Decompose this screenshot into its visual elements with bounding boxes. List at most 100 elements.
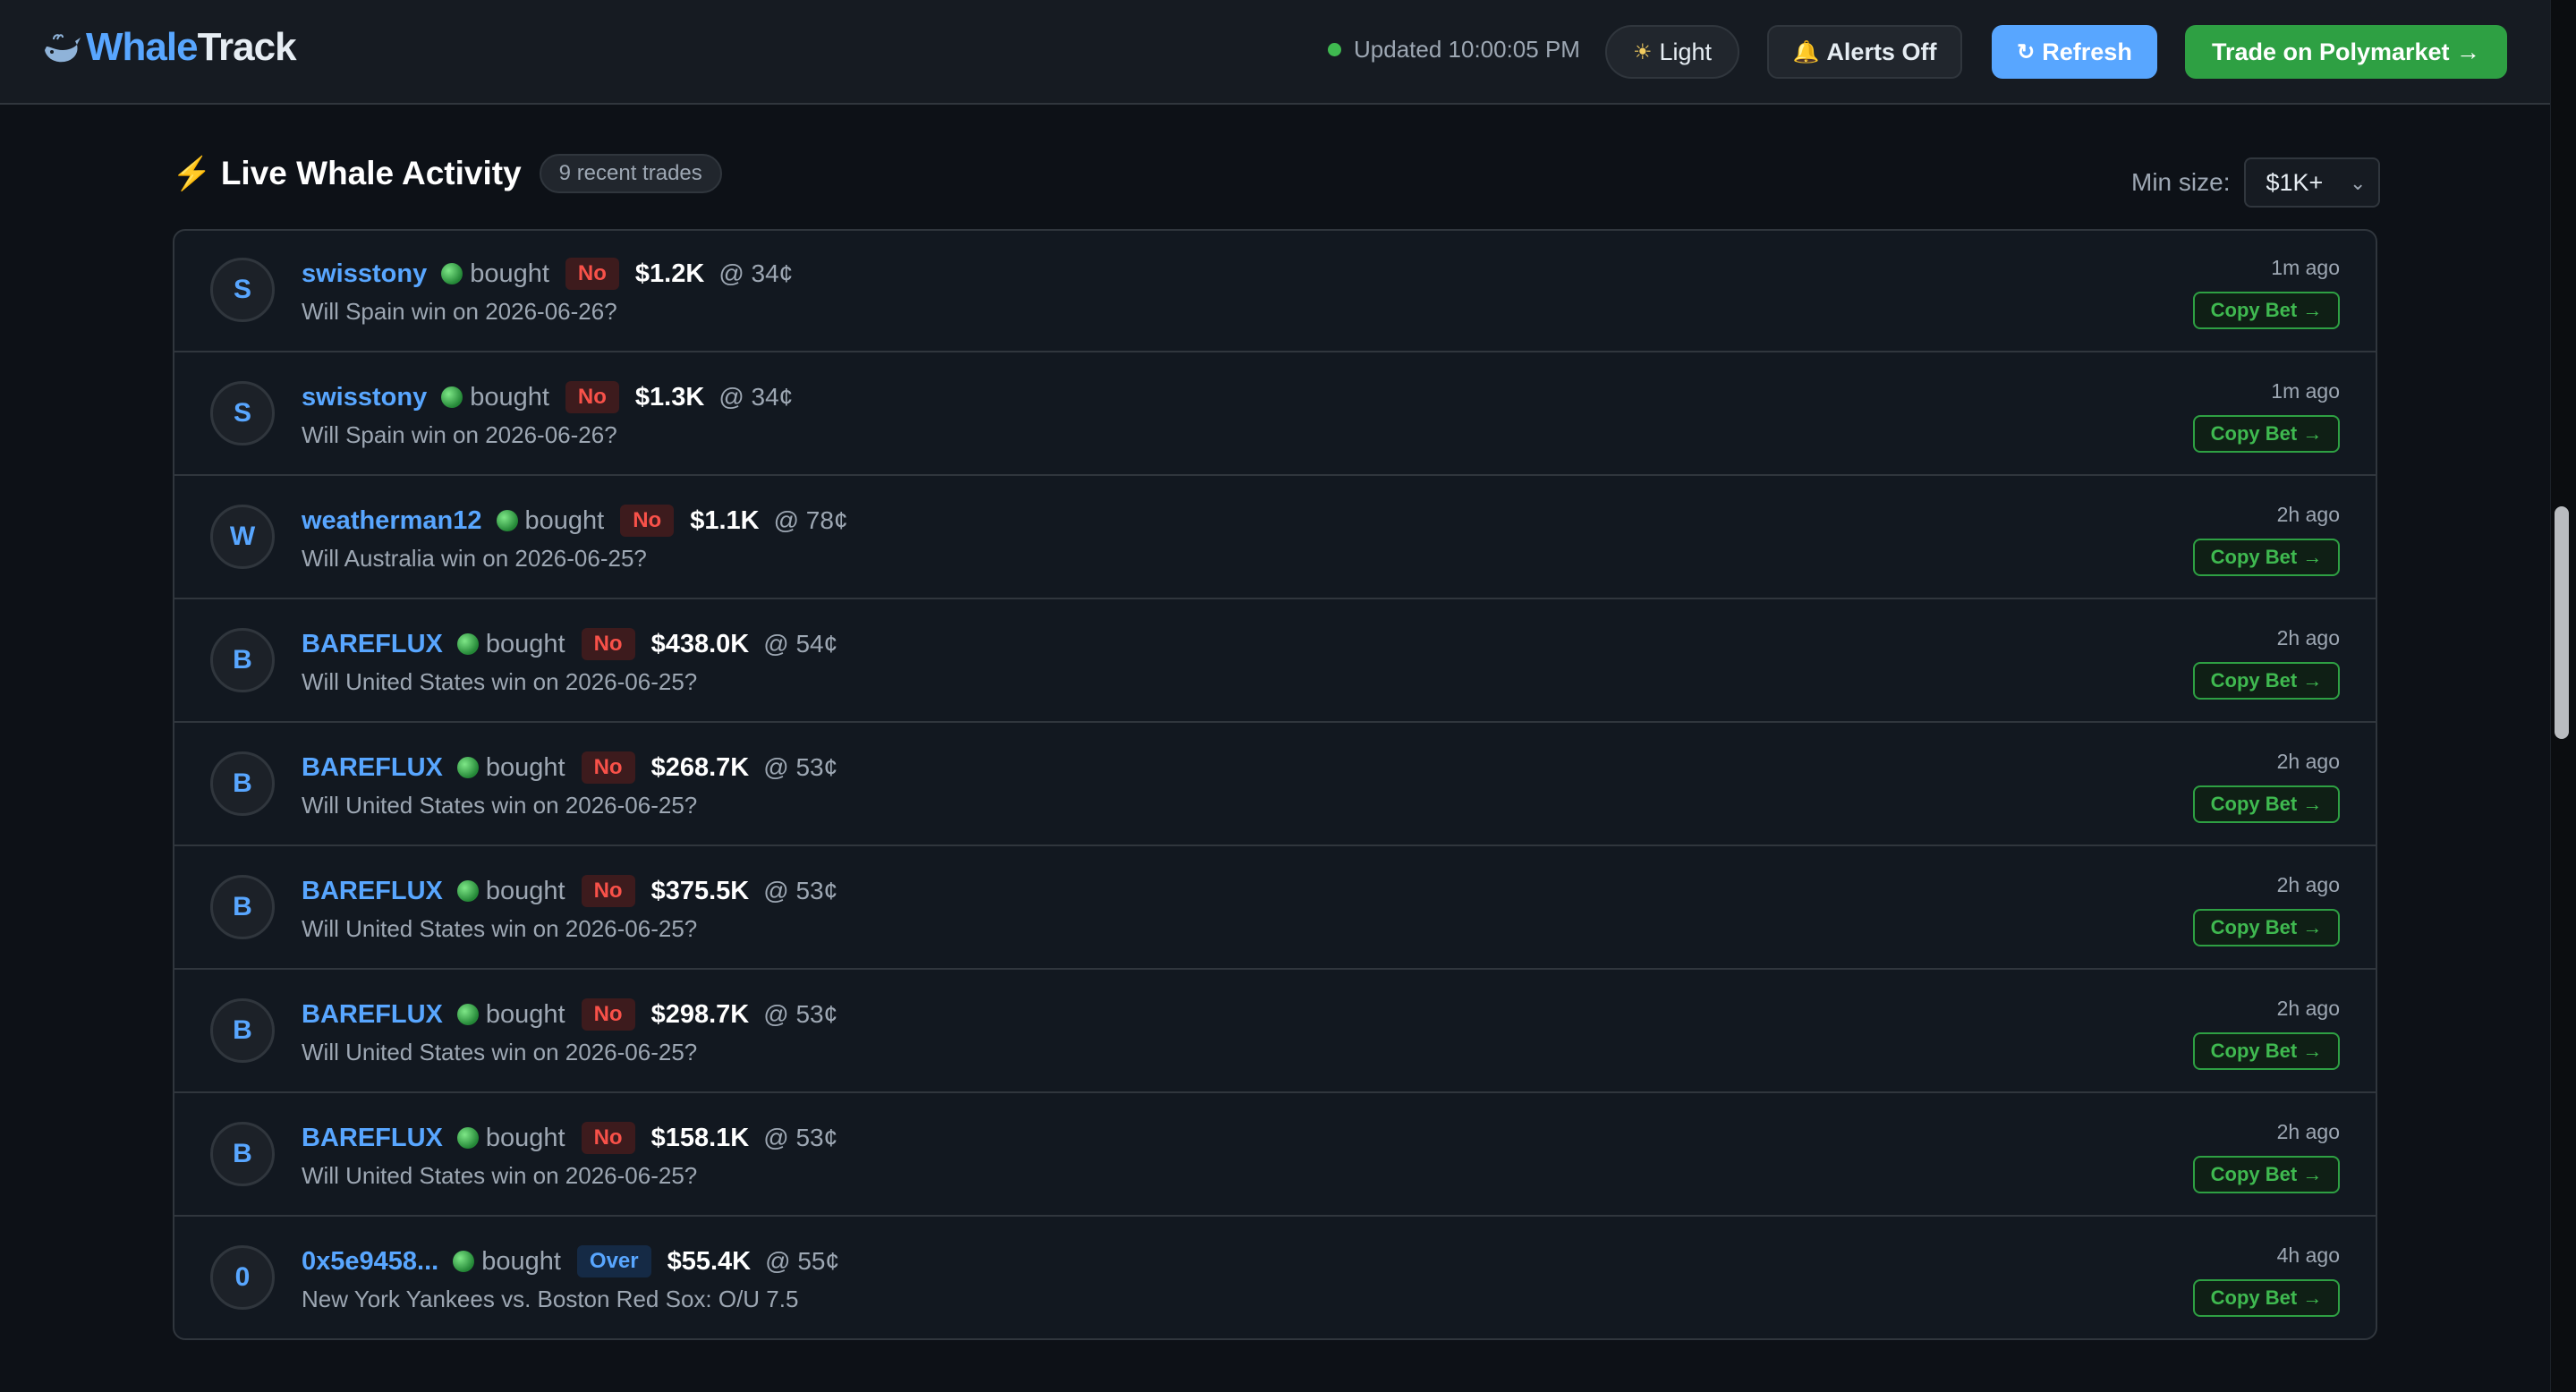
avatar: B [210,998,275,1063]
trade-price: @ 53¢ [763,753,838,781]
lightning-icon: ⚡ [172,155,212,191]
copy-bet-button[interactable]: Copy Bet → [2193,415,2340,453]
trade-summary: BAREFLUX bought No $375.5K @ 53¢ [302,875,837,907]
green-circle-icon [441,263,463,284]
green-circle-icon [456,757,479,778]
live-status-icon [1328,43,1341,56]
bell-icon: 🔔 [1792,39,1820,64]
sun-icon: ☀ [1632,39,1653,64]
alerts-toggle-button[interactable]: 🔔 Alerts Off [1767,25,1962,79]
trader-name-link[interactable]: BAREFLUX [302,1124,443,1153]
whale-icon [45,34,81,63]
brand-name-second: Track [197,25,297,69]
trade-action: bought [485,876,565,905]
brand-name-first: Whale [86,25,199,69]
trade-action: bought [524,505,605,535]
copy-bet-button[interactable]: Copy Bet → [2193,539,2340,576]
trader-name-link[interactable]: BAREFLUX [302,877,443,906]
outcome-badge: No [581,875,635,907]
theme-toggle-button[interactable]: ☀ Light [1605,25,1739,79]
trade-amount: $268.7K [650,752,750,782]
market-question: Will Australia win on 2026-06-25? [302,545,647,572]
copy-bet-button[interactable]: Copy Bet → [2193,785,2340,823]
market-question: Will United States win on 2026-06-25? [302,1162,698,1189]
page-scrollbar-thumb[interactable] [2555,506,2569,739]
copy-bet-button[interactable]: Copy Bet → [2193,909,2340,946]
trade-summary: 0x5e9458... bought Over $55.4K @ 55¢ [302,1245,839,1277]
avatar: B [210,628,275,692]
trade-action: bought [485,752,565,782]
trade-price: @ 53¢ [763,1124,838,1151]
refresh-label: Refresh [2042,38,2132,65]
trade-price: @ 34¢ [718,383,794,411]
trade-row: B BAREFLUX bought No $438.0K @ 54¢ Will … [174,601,2376,723]
trade-amount: $298.7K [650,999,750,1029]
trade-row: B BAREFLUX bought No $268.7K @ 53¢ Will … [174,725,2376,846]
copy-bet-button[interactable]: Copy Bet → [2193,1156,2340,1193]
trade-amount: $1.3K [634,382,705,412]
trade-row: S swisstony bought No $1.2K @ 34¢ Will S… [174,231,2376,352]
trade-label: Trade on Polymarket → [2211,38,2481,65]
market-question: Will United States win on 2026-06-25? [302,915,698,942]
trade-action: bought [485,1123,565,1152]
outcome-badge: No [581,998,635,1031]
trade-time: 2h ago [2276,503,2340,526]
green-circle-icon [441,386,463,408]
trader-name-link[interactable]: 0x5e9458... [302,1247,438,1277]
avatar: B [210,1122,275,1186]
min-size-select[interactable]: $1K+ ⌄ [2244,157,2381,208]
trade-count-badge: 9 recent trades [539,154,722,193]
trader-name-link[interactable]: BAREFLUX [302,1000,443,1030]
outcome-badge: No [581,1122,635,1154]
trader-name-link[interactable]: BAREFLUX [302,753,443,783]
copy-bet-button[interactable]: Copy Bet → [2193,662,2340,700]
trader-name-link[interactable]: swisstony [302,383,427,412]
copy-bet-button[interactable]: Copy Bet → [2193,1032,2340,1070]
top-header: WhaleTrack Updated 10:00:05 PM ☀ Light 🔔… [0,0,2550,105]
trade-amount: $158.1K [650,1123,750,1152]
avatar: S [210,381,275,446]
trade-time: 2h ago [2276,873,2340,896]
avatar: S [210,258,275,322]
trade-row: S swisstony bought No $1.3K @ 34¢ Will S… [174,354,2376,476]
refresh-icon: ↻ [2017,39,2036,64]
trader-name-link[interactable]: swisstony [302,259,427,289]
trade-summary: weatherman12 bought No $1.1K @ 78¢ [302,505,848,537]
trade-action: bought [485,999,565,1029]
alerts-toggle-label: Alerts Off [1826,38,1937,65]
trade-price: @ 53¢ [763,877,838,904]
outcome-badge: No [581,628,635,660]
trade-amount: $55.4K [667,1246,752,1276]
copy-bet-button[interactable]: Copy Bet → [2193,1279,2340,1317]
avatar: B [210,751,275,816]
refresh-button[interactable]: ↻ Refresh [1992,25,2157,79]
green-circle-icon [456,633,479,655]
trader-name-link[interactable]: BAREFLUX [302,630,443,659]
trader-name-link[interactable]: weatherman12 [302,506,482,536]
outcome-badge: No [565,381,619,413]
updated-time-text: Updated 10:00:05 PM [1354,36,1580,63]
trade-row: W weatherman12 bought No $1.1K @ 78¢ Wil… [174,478,2376,599]
trade-time: 4h ago [2276,1243,2340,1267]
trade-on-polymarket-button[interactable]: Trade on Polymarket → [2185,25,2507,79]
green-circle-icon [456,880,479,902]
trade-time: 2h ago [2276,626,2340,649]
trade-time: 2h ago [2276,1120,2340,1143]
trade-time: 2h ago [2276,750,2340,773]
trade-amount: $438.0K [650,629,750,658]
app-logo[interactable]: WhaleTrack [41,25,297,70]
min-size-label: Min size: [2131,168,2231,196]
trade-action: bought [481,1246,561,1276]
market-question: Will United States win on 2026-06-25? [302,792,698,819]
trade-price: @ 55¢ [765,1247,840,1275]
section-header: ⚡ Live Whale Activity 9 recent trades [172,154,722,193]
trade-price: @ 53¢ [763,1000,838,1028]
trade-summary: swisstony bought No $1.3K @ 34¢ [302,381,793,413]
trade-amount: $1.1K [690,505,760,535]
copy-bet-button[interactable]: Copy Bet → [2193,292,2340,329]
market-question: Will United States win on 2026-06-25? [302,668,698,695]
green-circle-icon [496,510,518,531]
green-circle-icon [456,1004,479,1025]
outcome-badge: No [620,505,675,537]
trade-time: 1m ago [2271,256,2340,279]
